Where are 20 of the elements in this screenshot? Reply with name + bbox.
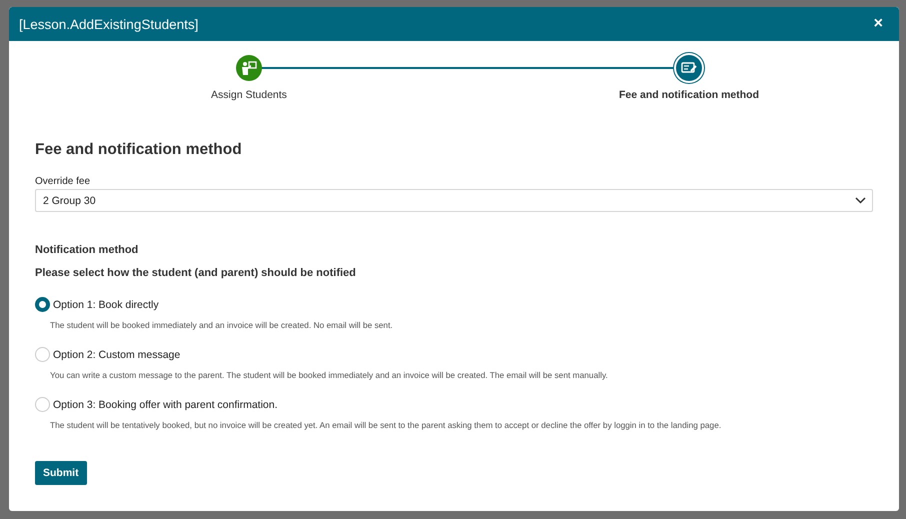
close-button[interactable]: × xyxy=(870,15,887,33)
section-subheading: Notification method xyxy=(35,244,140,256)
step-label: Assign Students xyxy=(211,89,287,101)
chevron-down-icon xyxy=(855,197,866,204)
section-heading: Fee and notification method xyxy=(35,141,243,159)
window-title: [Lesson.AddExistingStudents] xyxy=(19,16,198,32)
submit-button[interactable]: Submit xyxy=(35,461,87,485)
option-label[interactable]: Option 3: Booking offer with parent confirmation. xyxy=(53,398,278,410)
step-label: Fee and notification method xyxy=(618,89,759,101)
option-label[interactable]: Option 2: Custom message xyxy=(53,348,180,360)
field-label: Override fee xyxy=(35,176,92,187)
teacher-icon xyxy=(241,61,257,75)
option-description: The student will be booked immediately and an invoice will be created. No email will be sent. xyxy=(50,320,394,330)
fee-dropdown[interactable]: 2 Group 30 xyxy=(35,189,873,212)
radio-button[interactable] xyxy=(35,297,50,312)
option-label[interactable]: Option 1: Book directly xyxy=(53,298,159,310)
option-description: You can write a custom message to the parent. The student will be booked immediately and an invoice will be created. The email will be sent manually. xyxy=(50,370,609,380)
instruction-text: Please select how the student (and parent) should be notified xyxy=(35,267,357,279)
option-description: The student will be tentatively booked, but no invoice will be created yet. An email will be sent to the parent asking them to accept or decline the offer by loggin in to the landing page. xyxy=(50,420,722,430)
form-edit-icon xyxy=(681,61,697,75)
